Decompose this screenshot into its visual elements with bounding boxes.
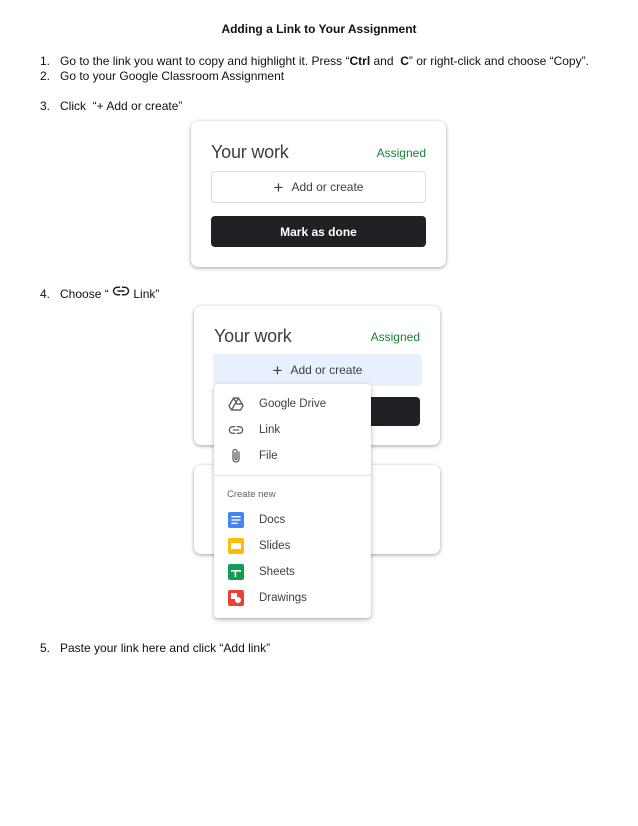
google-drive-icon bbox=[228, 396, 244, 412]
your-work-title: Your work bbox=[211, 142, 289, 162]
add-or-create-menu: Google Drive Link File Create new Docs S… bbox=[214, 384, 371, 618]
status-badge: Assigned bbox=[370, 330, 420, 344]
menu-item-file[interactable]: File bbox=[214, 443, 371, 469]
step-4: 4. Choose “ Link” bbox=[40, 286, 160, 301]
docs-icon bbox=[228, 512, 244, 528]
your-work-card: Your work Assigned + Add or create Mark a… bbox=[191, 121, 446, 267]
sheets-icon bbox=[228, 564, 244, 580]
document-title: Adding a Link to Your Assignment bbox=[221, 22, 417, 36]
status-badge: Assigned bbox=[376, 146, 426, 160]
your-work-title: Your work bbox=[214, 326, 292, 346]
add-or-create-button-active[interactable]: + Add or create bbox=[213, 354, 422, 386]
menu-item-slides[interactable]: Slides bbox=[214, 533, 371, 559]
menu-item-docs[interactable]: Docs bbox=[214, 507, 371, 533]
step-1: 1. Go to the link you want to copy and hi… bbox=[40, 54, 589, 68]
drawings-icon bbox=[228, 590, 244, 606]
step-3: 3. Click “+ Add or create” bbox=[40, 99, 183, 113]
add-or-create-button[interactable]: + Add or create bbox=[211, 171, 426, 203]
menu-item-google-drive[interactable]: Google Drive bbox=[214, 391, 371, 417]
menu-item-sheets[interactable]: Sheets bbox=[214, 559, 371, 585]
menu-item-link[interactable]: Link bbox=[214, 417, 371, 443]
mark-as-done-button-partial[interactable] bbox=[366, 397, 420, 426]
link-icon bbox=[112, 286, 130, 296]
paperclip-icon bbox=[228, 448, 244, 464]
create-new-heading: Create new bbox=[227, 489, 276, 500]
step-2: 2. Go to your Google Classroom Assignment bbox=[40, 69, 285, 83]
plus-icon: + bbox=[273, 177, 284, 197]
slides-icon bbox=[228, 538, 244, 554]
menu-divider bbox=[214, 475, 371, 476]
link-icon bbox=[228, 422, 244, 438]
step-5: 5. Paste your link here and click “Add li… bbox=[40, 641, 271, 655]
menu-item-drawings[interactable]: Drawings bbox=[214, 585, 371, 611]
plus-icon: + bbox=[272, 360, 283, 380]
mark-as-done-button[interactable]: Mark as done bbox=[211, 216, 426, 247]
